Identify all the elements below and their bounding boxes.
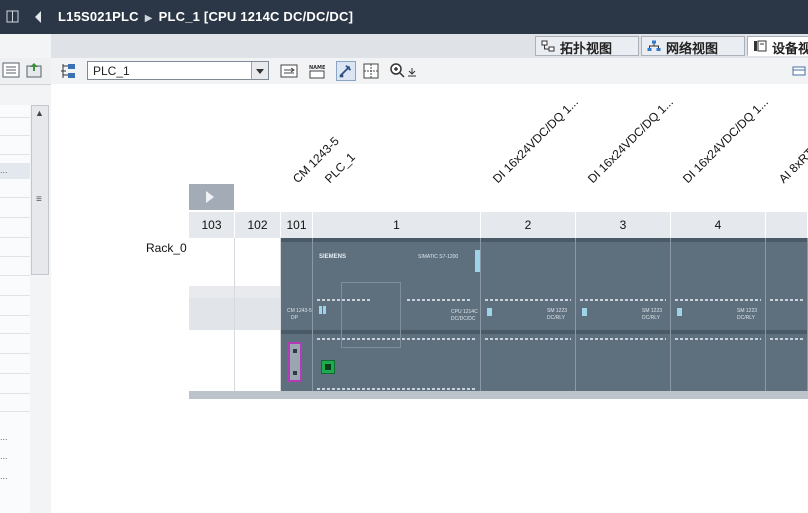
empty-slot-102[interactable] xyxy=(235,238,281,399)
import-icon[interactable] xyxy=(24,62,44,78)
module-sm-slot2[interactable]: SM 1223 DC/RLY xyxy=(481,238,576,399)
cpu-led-icon xyxy=(323,306,326,314)
tab-device-label: 设备视 xyxy=(772,41,808,56)
cpu-text: CPU 1214C xyxy=(451,309,478,315)
view-tabs: 拓扑视图 网络视图 设备视 xyxy=(51,34,808,59)
rack-rail xyxy=(189,391,808,399)
tab-topology-label: 拓扑视图 xyxy=(560,41,613,56)
slot-header-4: 4 xyxy=(671,212,766,238)
scroll-grip-icon: ≡ xyxy=(36,194,42,205)
slot-header-102: 102 xyxy=(235,212,281,238)
slot-header-3: 3 xyxy=(576,212,671,238)
rack-name: Rack_0 xyxy=(146,241,187,255)
sm-led-icon xyxy=(487,308,492,316)
slot-header-103: 103 xyxy=(189,212,235,238)
module-label-slot4[interactable]: DI 16x24VDC/DQ 1... xyxy=(680,95,771,186)
sm-subtext: DC/RLY xyxy=(547,315,565,321)
split-icon[interactable] xyxy=(6,10,20,24)
chevron-down-icon[interactable] xyxy=(251,62,268,79)
editor-titlebar: L15S021PLC ▶ PLC_1 [CPU 1214C DC/DC/DC] xyxy=(6,0,808,34)
list-view-icon[interactable] xyxy=(2,62,20,78)
sm-text: SM 1223 xyxy=(642,308,663,314)
title-separator-icon: ▶ xyxy=(144,13,153,24)
sm-text: SM 1223 xyxy=(547,308,568,314)
slot-header-2: 2 xyxy=(481,212,576,238)
zoom-icon[interactable] xyxy=(388,61,408,81)
cm-module-subtext: DP xyxy=(291,315,298,321)
tab-network-view[interactable]: 网络视图 xyxy=(641,36,745,56)
empty-slot-103[interactable] xyxy=(189,238,235,399)
device-tree-icon[interactable] xyxy=(58,61,78,81)
module-sm-slot3[interactable]: SM 1223 DC/RLY xyxy=(576,238,671,399)
siemens-logo: SIEMENS xyxy=(319,254,347,260)
device-select-value: PLC_1 xyxy=(93,64,130,78)
show-module-labels-icon[interactable] xyxy=(336,61,356,81)
slot-header-5 xyxy=(766,212,808,238)
title-device: PLC_1 [CPU 1214C DC/DC/DC] xyxy=(158,9,354,24)
project-tree-panel: ... ... ... ... ▲ ≡ xyxy=(0,0,52,513)
device-view-toolbar: PLC_1 NAME xyxy=(51,58,808,85)
cpu-model-text: SIMATIC S7-1200 xyxy=(418,254,459,260)
project-tree-list: ... ... ... ... xyxy=(0,105,30,513)
scroll-up-icon[interactable]: ▲ xyxy=(35,108,44,118)
module-label-slot5[interactable]: AI 8xRT xyxy=(776,146,808,186)
grid-icon[interactable] xyxy=(361,61,381,81)
rack-expand-icon[interactable] xyxy=(189,184,234,210)
sm-led-icon xyxy=(677,308,682,316)
sm-subtext: DC/RLY xyxy=(642,315,660,321)
title-project: L15S021PLC xyxy=(58,9,139,24)
project-tree-toolbar xyxy=(0,58,51,85)
sm-subtext: DC/RLY xyxy=(737,315,755,321)
cpu-led-icon xyxy=(319,306,322,314)
cpu-subtext: DC/DC/DC xyxy=(451,316,476,322)
sm-led-icon xyxy=(582,308,587,316)
zoom-menu-icon[interactable] xyxy=(406,61,418,81)
topology-icon xyxy=(541,40,555,52)
cpu-status-led-icon xyxy=(475,250,480,272)
tab-device-view[interactable]: 设备视 xyxy=(747,36,808,56)
swap-view-icon[interactable] xyxy=(279,61,299,81)
sm-text: SM 1223 xyxy=(737,308,758,314)
editor-title: L15S021PLC ▶ PLC_1 [CPU 1214C DC/DC/DC] xyxy=(58,9,353,24)
module-label-slot3[interactable]: DI 16x24VDC/DQ 1... xyxy=(585,95,676,186)
tab-topology-view[interactable]: 拓扑视图 xyxy=(535,36,639,56)
back-arrow-icon[interactable] xyxy=(33,10,43,24)
rename-icon[interactable]: NAME xyxy=(307,61,327,81)
overview-toggle-icon[interactable] xyxy=(791,61,807,81)
device-view-canvas[interactable]: CM 1243-5 PLC_1 DI 16x24VDC/DQ 1... DI 1… xyxy=(51,84,808,513)
module-ai-slot5[interactable] xyxy=(766,238,808,399)
network-icon xyxy=(647,40,661,51)
slot-header-1: 1 xyxy=(313,212,481,238)
svg-text:NAME: NAME xyxy=(309,65,326,71)
tab-network-label: 网络视图 xyxy=(666,41,719,56)
cm-dp-connector-icon[interactable] xyxy=(288,342,302,382)
device-select[interactable]: PLC_1 xyxy=(87,61,269,80)
slot-header-101: 101 xyxy=(281,212,313,238)
ethernet-port-icon[interactable] xyxy=(321,360,335,374)
cm-module-text: CM 1243-5 xyxy=(287,308,312,314)
cpu-signal-board-frame[interactable] xyxy=(341,282,401,348)
project-tree-scrollbar[interactable]: ▲ ≡ xyxy=(31,105,49,275)
module-label-slot2[interactable]: DI 16x24VDC/DQ 1... xyxy=(490,95,581,186)
module-sm-slot4[interactable]: SM 1223 DC/RLY xyxy=(671,238,766,399)
device-icon xyxy=(754,40,767,52)
